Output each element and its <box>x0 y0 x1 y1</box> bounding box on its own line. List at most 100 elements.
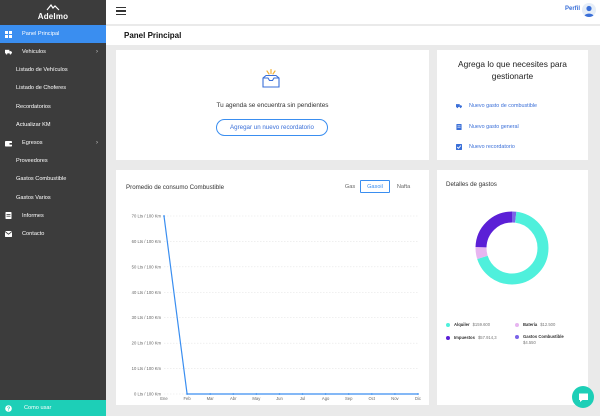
data-point <box>278 393 281 395</box>
legend-value: $57.914,3 <box>477 335 497 340</box>
sidebar-item-informes[interactable]: Informes <box>0 207 106 225</box>
x-tick-label: Ago <box>322 396 330 401</box>
data-point <box>394 393 396 395</box>
sidebar-item-label: Egresos <box>22 140 43 147</box>
top-bar: Perfil <box>106 0 600 24</box>
checkbox-icon <box>456 144 462 150</box>
hamburger-menu-icon[interactable] <box>116 7 126 15</box>
data-point <box>209 393 212 395</box>
sidebar-item-listado-vehiculos[interactable]: Listado de Vehículos <box>0 61 106 79</box>
x-tick-label: Jun <box>276 396 283 401</box>
x-tick-label: Abr <box>230 396 237 401</box>
data-point <box>417 393 419 395</box>
x-tick-label: Dic <box>415 396 421 401</box>
x-tick-label: Mar <box>207 396 215 401</box>
sidebar-item-proveedores[interactable]: Proveedores <box>0 152 106 170</box>
legend-name: Impuestos <box>454 335 475 340</box>
sidebar-item-label: Vehiculos <box>22 49 46 56</box>
legend-swatch <box>446 335 450 340</box>
legend-name: Alquiler <box>454 322 470 327</box>
data-point <box>370 393 373 395</box>
data-point <box>324 393 327 395</box>
legend-item: Impuestos $57.914,3 <box>446 335 497 340</box>
sidebar-item-label: Actualizar KM <box>16 121 51 128</box>
new-general-expense-link[interactable]: Nuevo gasto general <box>456 124 519 130</box>
logo-mark-icon <box>46 4 60 11</box>
data-point <box>301 393 304 395</box>
brand-name: Adelmo <box>37 12 69 21</box>
x-tick-label: Sep <box>345 396 353 401</box>
sidebar-item-actualizar-km[interactable]: Actualizar KM <box>0 116 106 134</box>
help-icon: ? <box>5 404 12 412</box>
consumption-line-chart: 70 Lts / 100 Km 60 Lts / 100 Km 50 Lts / 1… <box>132 214 421 402</box>
legend-swatch <box>515 334 519 339</box>
chat-button[interactable] <box>572 386 594 408</box>
sidebar-item-egresos[interactable]: Egresos › <box>0 134 106 152</box>
data-point <box>255 393 258 395</box>
sidebar-item-contacto[interactable]: Contacto <box>0 225 106 243</box>
truck-icon <box>456 104 462 109</box>
legend-value: $12.500 <box>540 322 556 327</box>
x-tick-label: Jul <box>300 396 305 401</box>
truck-icon <box>5 49 12 56</box>
expenses-card: Detalles de gastos Alquiler $159.600 Bat… <box>437 170 588 405</box>
agenda-empty-text: Tu agenda se encuentra sin pendientes <box>216 102 329 109</box>
page-header: Panel Principal <box>106 26 600 45</box>
legend-name: Batería <box>523 322 538 327</box>
data-point <box>186 393 188 395</box>
sidebar-item-label: Gastos Combustible <box>16 176 67 183</box>
help-label: Como usar <box>24 405 52 411</box>
data-point <box>232 393 235 395</box>
sidebar: Adelmo Panel Principal Vehiculos › Lista… <box>0 0 106 416</box>
y-tick-label: 0 Lts / 100 Km <box>134 392 162 397</box>
quick-action-label: Nuevo gasto de combustible <box>469 103 538 109</box>
expenses-donut-chart <box>475 211 549 285</box>
series-line <box>163 215 418 395</box>
y-tick-label: 40 Lts / 100 Km <box>132 290 162 295</box>
sidebar-item-gastos-varios[interactable]: Gastos Varios <box>0 189 106 207</box>
legend-item: Alquiler $159.600 <box>446 322 490 327</box>
new-reminder-link[interactable]: Nuevo recordatorio <box>456 144 515 150</box>
new-fuel-expense-link[interactable]: Nuevo gasto de combustible <box>456 103 537 109</box>
profile-link[interactable]: Perfil <box>565 6 580 12</box>
quick-action-label: Nuevo recordatorio <box>469 144 515 150</box>
quick-action-label: Nuevo gasto general <box>469 124 519 130</box>
mail-icon <box>5 230 12 237</box>
sidebar-item-listado-choferes[interactable]: Listado de Choferes <box>0 79 106 97</box>
x-tick-label: May <box>252 396 261 401</box>
legend-item: Batería $12.500 <box>515 322 555 327</box>
x-tick-label: Feb <box>183 396 191 401</box>
sidebar-item-label: Listado de Choferes <box>16 85 67 92</box>
legend-name: Gastos Combustible <box>523 334 564 339</box>
x-tick-label: Ene <box>160 396 168 401</box>
help-link[interactable]: ? Como usar <box>0 400 106 416</box>
sidebar-item-gastos-combustible[interactable]: Gastos Combustible <box>0 170 106 188</box>
add-reminder-button[interactable]: Agregar un nuevo recordatorio <box>216 119 328 136</box>
empty-inbox-icon <box>262 69 280 88</box>
consumption-card: Promedio de consumo Combustible Gas Gaso… <box>116 170 429 405</box>
x-tick-label: Nov <box>391 396 399 401</box>
sidebar-nav: Panel Principal Vehiculos › Listado de V… <box>0 25 106 243</box>
y-tick-label: 50 Lts / 100 Km <box>132 264 162 269</box>
legend-swatch <box>515 322 519 327</box>
avatar[interactable] <box>582 3 596 17</box>
brand-logo[interactable]: Adelmo <box>0 0 106 24</box>
sidebar-item-recordatorios[interactable]: Recordatorios <box>0 98 106 116</box>
legend-value: $159.600 <box>472 322 491 327</box>
sidebar-item-panel-principal[interactable]: Panel Principal <box>0 25 106 43</box>
sidebar-item-label: Recordatorios <box>16 103 51 110</box>
x-tick-label: Oct <box>369 396 376 401</box>
page-title: Panel Principal <box>124 31 182 40</box>
y-tick-label: 20 Lts / 100 Km <box>132 341 162 346</box>
y-tick-label: 60 Lts / 100 Km <box>132 239 162 244</box>
quick-add-title: Agrega lo que necesites para gestionarte <box>458 59 567 81</box>
sidebar-item-label: Contacto <box>22 230 45 237</box>
sidebar-item-label: Panel Principal <box>22 31 60 37</box>
data-point <box>347 393 350 395</box>
agenda-card: Tu agenda se encuentra sin pendientes Ag… <box>116 50 429 160</box>
chevron-down-icon: › <box>96 49 98 56</box>
sidebar-item-vehiculos[interactable]: Vehiculos › <box>0 43 106 61</box>
y-tick-label: 30 Lts / 100 Km <box>132 315 162 320</box>
data-point <box>163 215 165 217</box>
y-tick-label: 10 Lts / 100 Km <box>132 366 162 371</box>
